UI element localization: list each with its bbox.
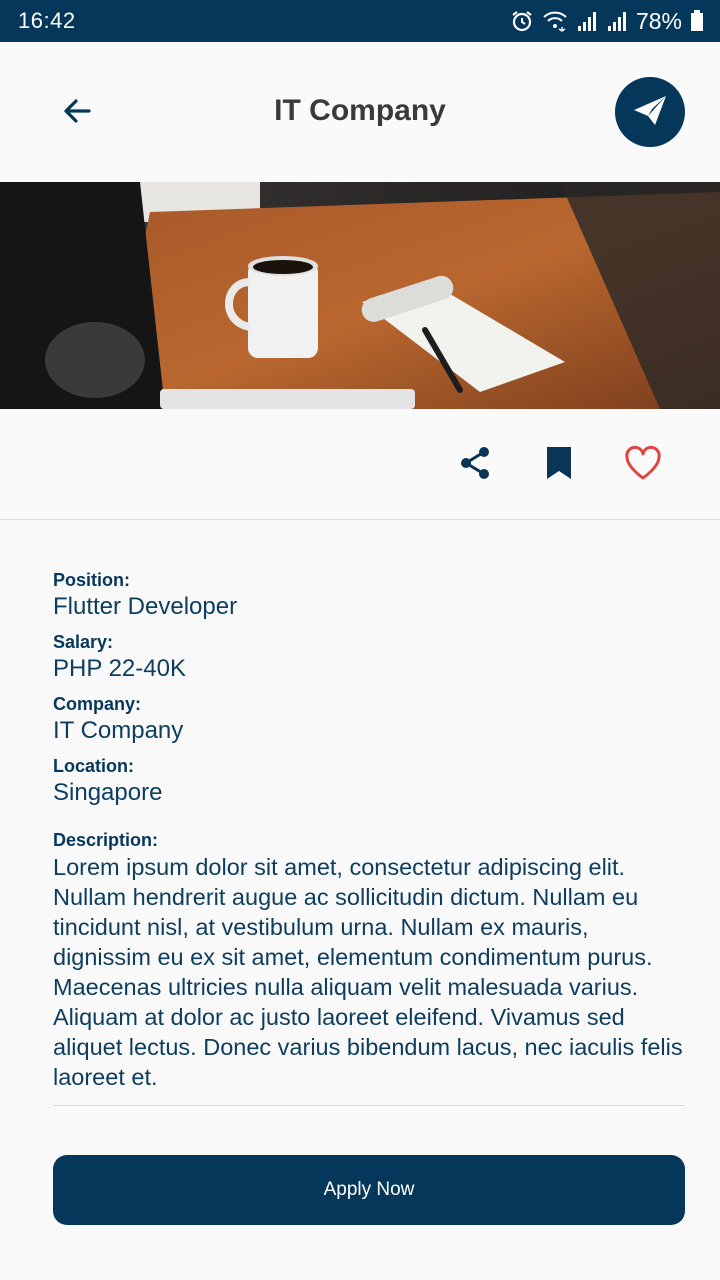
status-bar: 16:42 78%: [0, 0, 720, 42]
share-button[interactable]: [453, 443, 497, 487]
signal-icon: [606, 9, 628, 33]
divider: [53, 1105, 685, 1106]
signal-icon: [576, 9, 598, 33]
page-title: IT Company: [274, 94, 446, 127]
status-time: 16:42: [18, 8, 76, 33]
hero-image: [0, 182, 720, 409]
bookmark-icon: [544, 445, 574, 486]
description-text: Lorem ipsum dolor sit amet, consectetur …: [53, 854, 683, 1090]
description-label: Description:: [53, 830, 159, 850]
salary-label: Salary:: [53, 632, 114, 652]
position-value: Flutter Developer: [53, 593, 238, 620]
location-value: Singapore: [53, 779, 163, 806]
bookmark-button[interactable]: [537, 443, 581, 487]
send-button[interactable]: [615, 77, 685, 147]
status-icons: 78%: [510, 7, 704, 35]
apply-now-button[interactable]: Apply Now: [53, 1155, 685, 1225]
location-label: Location:: [53, 756, 134, 776]
action-bar: [0, 409, 720, 520]
favorite-button[interactable]: [621, 443, 665, 487]
company-label: Company:: [53, 694, 142, 714]
app-bar: IT Company: [0, 42, 720, 182]
position-label: Position:: [53, 570, 130, 590]
job-details: Position: Flutter Developer Salary: PHP …: [53, 568, 685, 1092]
wifi-icon: [542, 9, 568, 33]
battery-percent: 78%: [635, 7, 682, 34]
company-value: IT Company: [53, 717, 184, 744]
share-icon: [457, 445, 493, 486]
battery-icon: [690, 9, 704, 33]
send-icon: [631, 91, 669, 134]
heart-outline-icon: [624, 445, 662, 486]
salary-value: PHP 22-40K: [53, 655, 186, 682]
alarm-icon: [510, 9, 534, 33]
